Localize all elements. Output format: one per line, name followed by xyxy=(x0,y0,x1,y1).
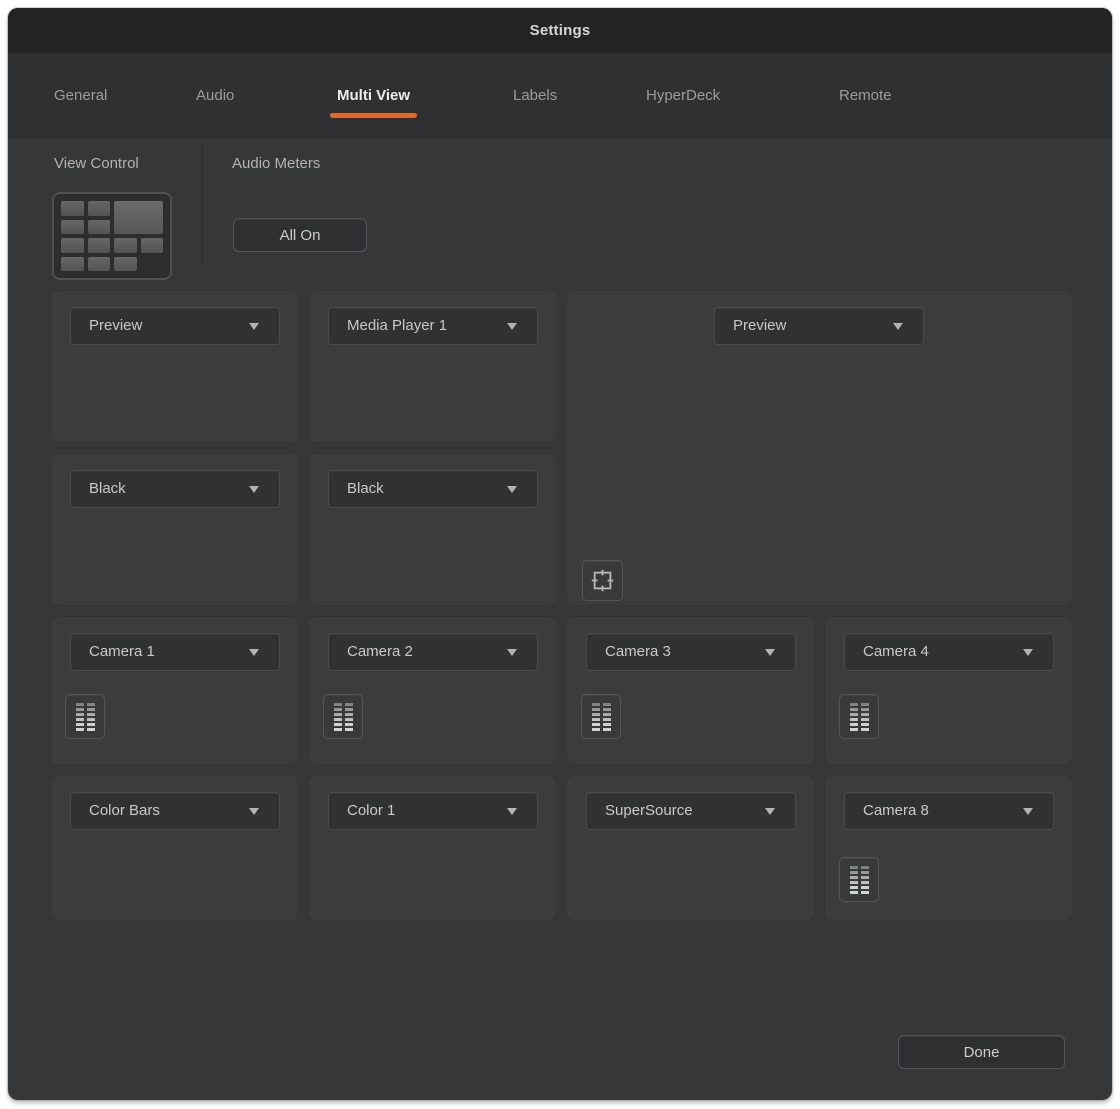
multiview-cell-5: Camera 1 xyxy=(50,616,299,765)
tab-multi-view[interactable]: Multi View xyxy=(337,86,410,106)
chevron-down-icon xyxy=(507,649,517,656)
source-dropdown-12[interactable]: SuperSource xyxy=(586,792,796,830)
settings-window: Settings General Audio Multi View Labels… xyxy=(8,8,1112,1100)
audio-meters-label: Audio Meters xyxy=(232,155,320,172)
chevron-down-icon xyxy=(1023,808,1033,815)
audio-meter-icon xyxy=(76,703,95,731)
multiview-cell-8: Camera 4 xyxy=(824,616,1073,765)
source-dropdown-8[interactable]: Camera 3 xyxy=(586,633,796,671)
audio-meter-icon xyxy=(592,703,611,731)
multiview-cell-6: Camera 2 xyxy=(308,616,557,765)
window-title: Settings xyxy=(8,8,1112,53)
source-dropdown-value: Black xyxy=(89,471,126,507)
tab-audio[interactable]: Audio xyxy=(196,86,234,106)
chevron-down-icon xyxy=(507,486,517,493)
source-dropdown-value: Preview xyxy=(733,308,786,344)
source-dropdown-2[interactable]: Media Player 1 xyxy=(328,307,538,345)
multiview-cell-12: Camera 8 xyxy=(824,775,1073,921)
tab-general[interactable]: General xyxy=(54,86,107,106)
tab-remote[interactable]: Remote xyxy=(839,86,892,106)
multiview-cell-3: Black xyxy=(50,453,299,606)
chevron-down-icon xyxy=(893,323,903,330)
audio-meter-toggle-button[interactable] xyxy=(581,694,621,739)
multiview-cell-7: Camera 3 xyxy=(566,616,815,765)
source-dropdown-value: Camera 1 xyxy=(89,634,155,670)
chevron-down-icon xyxy=(765,808,775,815)
audio-meter-toggle-button[interactable] xyxy=(65,694,105,739)
multiview-cell-large-preview: Preview xyxy=(566,290,1073,606)
tab-bar: General Audio Multi View Labels HyperDec… xyxy=(8,53,1112,138)
source-dropdown-1[interactable]: Preview xyxy=(70,307,280,345)
audio-meter-toggle-button[interactable] xyxy=(839,694,879,739)
multiview-cell-2: Media Player 1 xyxy=(308,290,557,443)
audio-meter-icon xyxy=(850,866,869,894)
source-dropdown-6[interactable]: Camera 1 xyxy=(70,633,280,671)
source-dropdown-value: SuperSource xyxy=(605,793,693,829)
chevron-down-icon xyxy=(507,323,517,330)
tab-hyperdeck[interactable]: HyperDeck xyxy=(646,86,720,106)
source-dropdown-3[interactable]: Preview xyxy=(714,307,924,345)
multiview-cell-9: Color Bars xyxy=(50,775,299,921)
audio-meter-icon xyxy=(334,703,353,731)
done-button[interactable]: Done xyxy=(898,1035,1065,1069)
multiview-cell-1: Preview xyxy=(50,290,299,443)
source-dropdown-value: Camera 4 xyxy=(863,634,929,670)
tab-labels[interactable]: Labels xyxy=(513,86,557,106)
multiview-cell-11: SuperSource xyxy=(566,775,815,921)
source-dropdown-value: Camera 3 xyxy=(605,634,671,670)
chevron-down-icon xyxy=(507,808,517,815)
source-dropdown-13[interactable]: Camera 8 xyxy=(844,792,1054,830)
multiview-cell-4: Black xyxy=(308,453,557,606)
audio-meter-toggle-button[interactable] xyxy=(839,857,879,902)
source-dropdown-7[interactable]: Camera 2 xyxy=(328,633,538,671)
source-dropdown-value: Black xyxy=(347,471,384,507)
source-dropdown-11[interactable]: Color 1 xyxy=(328,792,538,830)
source-dropdown-5[interactable]: Black xyxy=(328,470,538,508)
safe-area-icon xyxy=(589,567,616,594)
section-divider xyxy=(202,146,203,268)
source-dropdown-value: Preview xyxy=(89,308,142,344)
view-control-layout-icon xyxy=(61,201,163,271)
source-dropdown-value: Camera 2 xyxy=(347,634,413,670)
chevron-down-icon xyxy=(765,649,775,656)
audio-meter-toggle-button[interactable] xyxy=(323,694,363,739)
all-on-button[interactable]: All On xyxy=(233,218,367,252)
chevron-down-icon xyxy=(249,486,259,493)
chevron-down-icon xyxy=(1023,649,1033,656)
source-dropdown-value: Color 1 xyxy=(347,793,395,829)
view-control-label: View Control xyxy=(54,155,139,172)
safe-area-toggle-button[interactable] xyxy=(582,560,623,601)
audio-meter-icon xyxy=(850,703,869,731)
source-dropdown-9[interactable]: Camera 4 xyxy=(844,633,1054,671)
chevron-down-icon xyxy=(249,649,259,656)
multiview-cell-10: Color 1 xyxy=(308,775,557,921)
source-dropdown-10[interactable]: Color Bars xyxy=(70,792,280,830)
source-dropdown-4[interactable]: Black xyxy=(70,470,280,508)
source-dropdown-value: Camera 8 xyxy=(863,793,929,829)
source-dropdown-value: Color Bars xyxy=(89,793,160,829)
chevron-down-icon xyxy=(249,323,259,330)
view-control-layout-button[interactable] xyxy=(52,192,172,280)
chevron-down-icon xyxy=(249,808,259,815)
source-dropdown-value: Media Player 1 xyxy=(347,308,447,344)
